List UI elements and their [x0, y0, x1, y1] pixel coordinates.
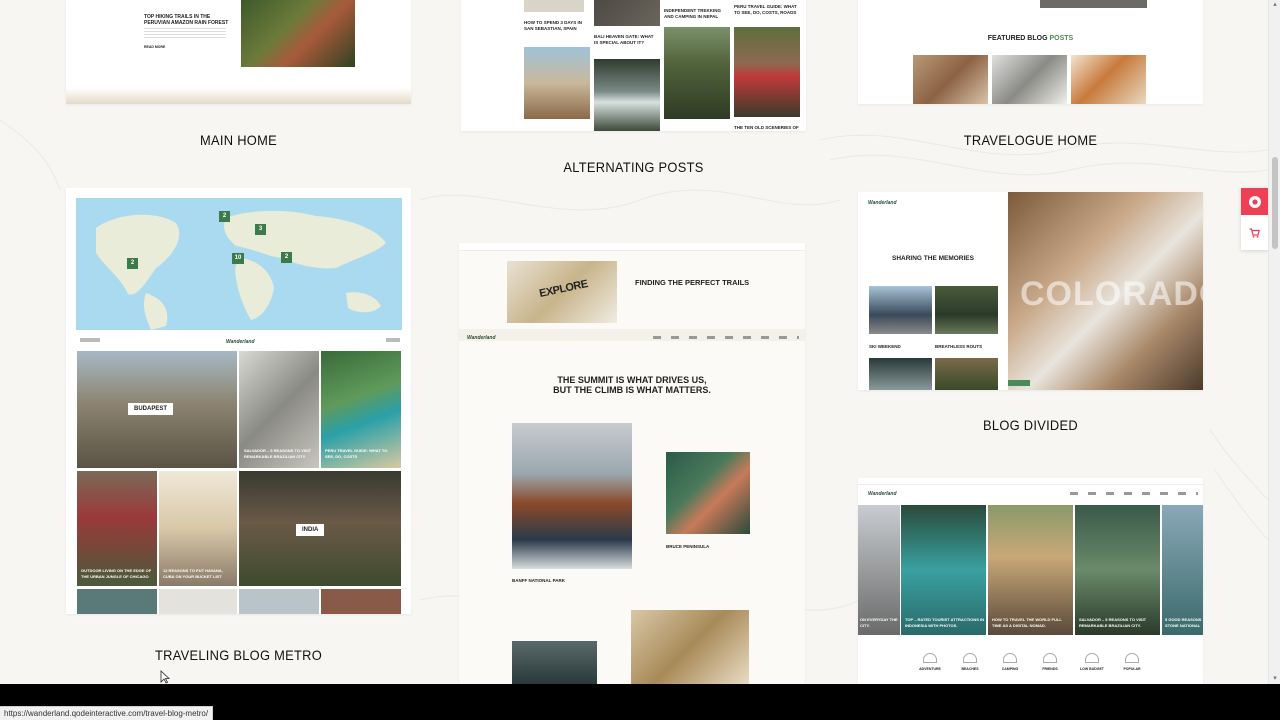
read-more-link[interactable]: READ MORE: [144, 44, 165, 50]
tile-label-india: INDIA: [296, 524, 325, 536]
scroll-up-arrow-icon[interactable]: ▴: [1271, 1, 1279, 9]
waterfall-photo: [594, 59, 660, 131]
banner-heading: FINDING THE PERFECT TRAILS: [635, 278, 750, 287]
colorado-text: COLORADO: [1020, 275, 1203, 313]
vertical-scrollbar[interactable]: ▴ ▾: [1268, 0, 1280, 684]
demo-title-travelogue-home[interactable]: TRAVELOGUE HOME: [872, 132, 1189, 148]
alternating-posts-preview[interactable]: HOW TO SPEND 3 DAYS IN SAN SEBASTIAN, SP…: [461, 0, 806, 131]
tent-icon: [923, 653, 937, 663]
brand-logo[interactable]: Wanderland: [467, 335, 496, 341]
tile-label-budapest: BUDAPEST: [128, 403, 174, 415]
brand-logo[interactable]: Wanderland: [226, 339, 255, 345]
featured-photo-1: [913, 55, 988, 104]
wallet-icon: [1085, 653, 1099, 663]
demo-gallery-page: TOP HIKING TRAILS IN THE PERUVIAN AMAZON…: [0, 0, 1268, 684]
lagoon-photo: [901, 505, 986, 635]
brand-logo[interactable]: Wanderland: [868, 200, 897, 206]
map-marker[interactable]: 2: [127, 258, 138, 269]
salvador-photo: [1075, 505, 1160, 635]
category-row: ADVENTURE BEACHES CAMPING FRIENDS LOW BU…: [914, 653, 1174, 679]
demo-title-main-home[interactable]: MAIN HOME: [80, 132, 397, 148]
nomad-photo: [988, 505, 1073, 635]
main-home-preview[interactable]: TOP HIKING TRAILS IN THE PERUVIAN AMAZON…: [66, 0, 411, 104]
sharing-memories-heading: SHARING THE MEMORIES: [892, 255, 974, 262]
memory-photo-1: [869, 286, 932, 334]
campfire-icon: [1003, 653, 1017, 663]
blog-divided-preview[interactable]: Wanderland SHARING THE MEMORIES SKI WEEK…: [858, 192, 1203, 390]
backpacker-photo: [664, 27, 730, 119]
mountaineer-photo: [512, 423, 632, 569]
status-bar-url: https://wanderland.qodeinteractive.com/t…: [0, 706, 214, 720]
category-friends[interactable]: FRIENDS: [1034, 653, 1066, 672]
headline-line-1: THE SUMMIT IS WHAT DRIVES US,: [557, 375, 707, 385]
category-popular[interactable]: POPULAR: [1116, 653, 1148, 672]
support-button[interactable]: [1241, 188, 1268, 215]
map-marker[interactable]: 3: [255, 224, 266, 235]
photographer-photo: [734, 27, 800, 117]
post-title: TOP HIKING TRAILS IN THE PERUVIAN AMAZON…: [144, 14, 229, 26]
world-map: 2 3 10 2 2: [76, 198, 402, 330]
travel-blog-slider-preview[interactable]: Wanderland ON EVERYDAY THE CITY. TOP – R…: [858, 478, 1203, 684]
map-marker[interactable]: 10: [232, 253, 244, 264]
climber-wall-photo: [666, 452, 750, 534]
center-demo-preview[interactable]: EXPLORE FINDING THE PERFECT TRAILS Wande…: [459, 243, 805, 684]
featured-heading: FEATURED BLOG POSTS: [987, 35, 1074, 42]
category-beaches[interactable]: BEACHES: [954, 653, 986, 672]
star-icon: [1125, 653, 1139, 663]
traveling-blog-metro-preview[interactable]: 2 3 10 2 2 Wanderland BUDAPEST SALVADOR …: [66, 188, 411, 614]
travelogue-home-preview[interactable]: FEATURED BLOG POSTS: [858, 0, 1203, 104]
climber-photo: [524, 47, 590, 119]
featured-photo-2: [992, 55, 1067, 104]
featured-photo-3: [1071, 55, 1146, 104]
cart-button[interactable]: [1241, 223, 1268, 243]
map-marker[interactable]: 2: [219, 211, 230, 222]
lifebuoy-icon: [1248, 195, 1261, 208]
demo-title-blog-divided[interactable]: BLOG DIVIDED: [872, 417, 1189, 433]
map-marker[interactable]: 2: [281, 252, 292, 263]
side-widget: [1241, 188, 1268, 250]
cart-icon: [1249, 228, 1260, 238]
category-camping[interactable]: CAMPING: [994, 653, 1026, 672]
friends-icon: [1043, 653, 1057, 663]
brand-logo[interactable]: Wanderland: [868, 491, 897, 497]
demo-title-alternating-posts[interactable]: ALTERNATING POSTS: [475, 159, 792, 175]
hiking-photo: [241, 0, 355, 67]
scroll-down-arrow-icon[interactable]: ▾: [1271, 675, 1279, 683]
category-adventure[interactable]: ADVENTURE: [914, 653, 946, 672]
category-low-budget[interactable]: LOW BUDGET: [1074, 653, 1110, 672]
mouse-cursor-icon: [160, 670, 170, 684]
demo-title-traveling-blog-metro[interactable]: TRAVELING BLOG METRO: [80, 647, 397, 663]
umbrella-icon: [963, 653, 977, 663]
memory-photo-2: [935, 286, 998, 334]
headline-line-2: BUT THE CLIMB IS WHAT MATTERS.: [553, 385, 711, 395]
scroll-thumb[interactable]: [1272, 157, 1278, 249]
